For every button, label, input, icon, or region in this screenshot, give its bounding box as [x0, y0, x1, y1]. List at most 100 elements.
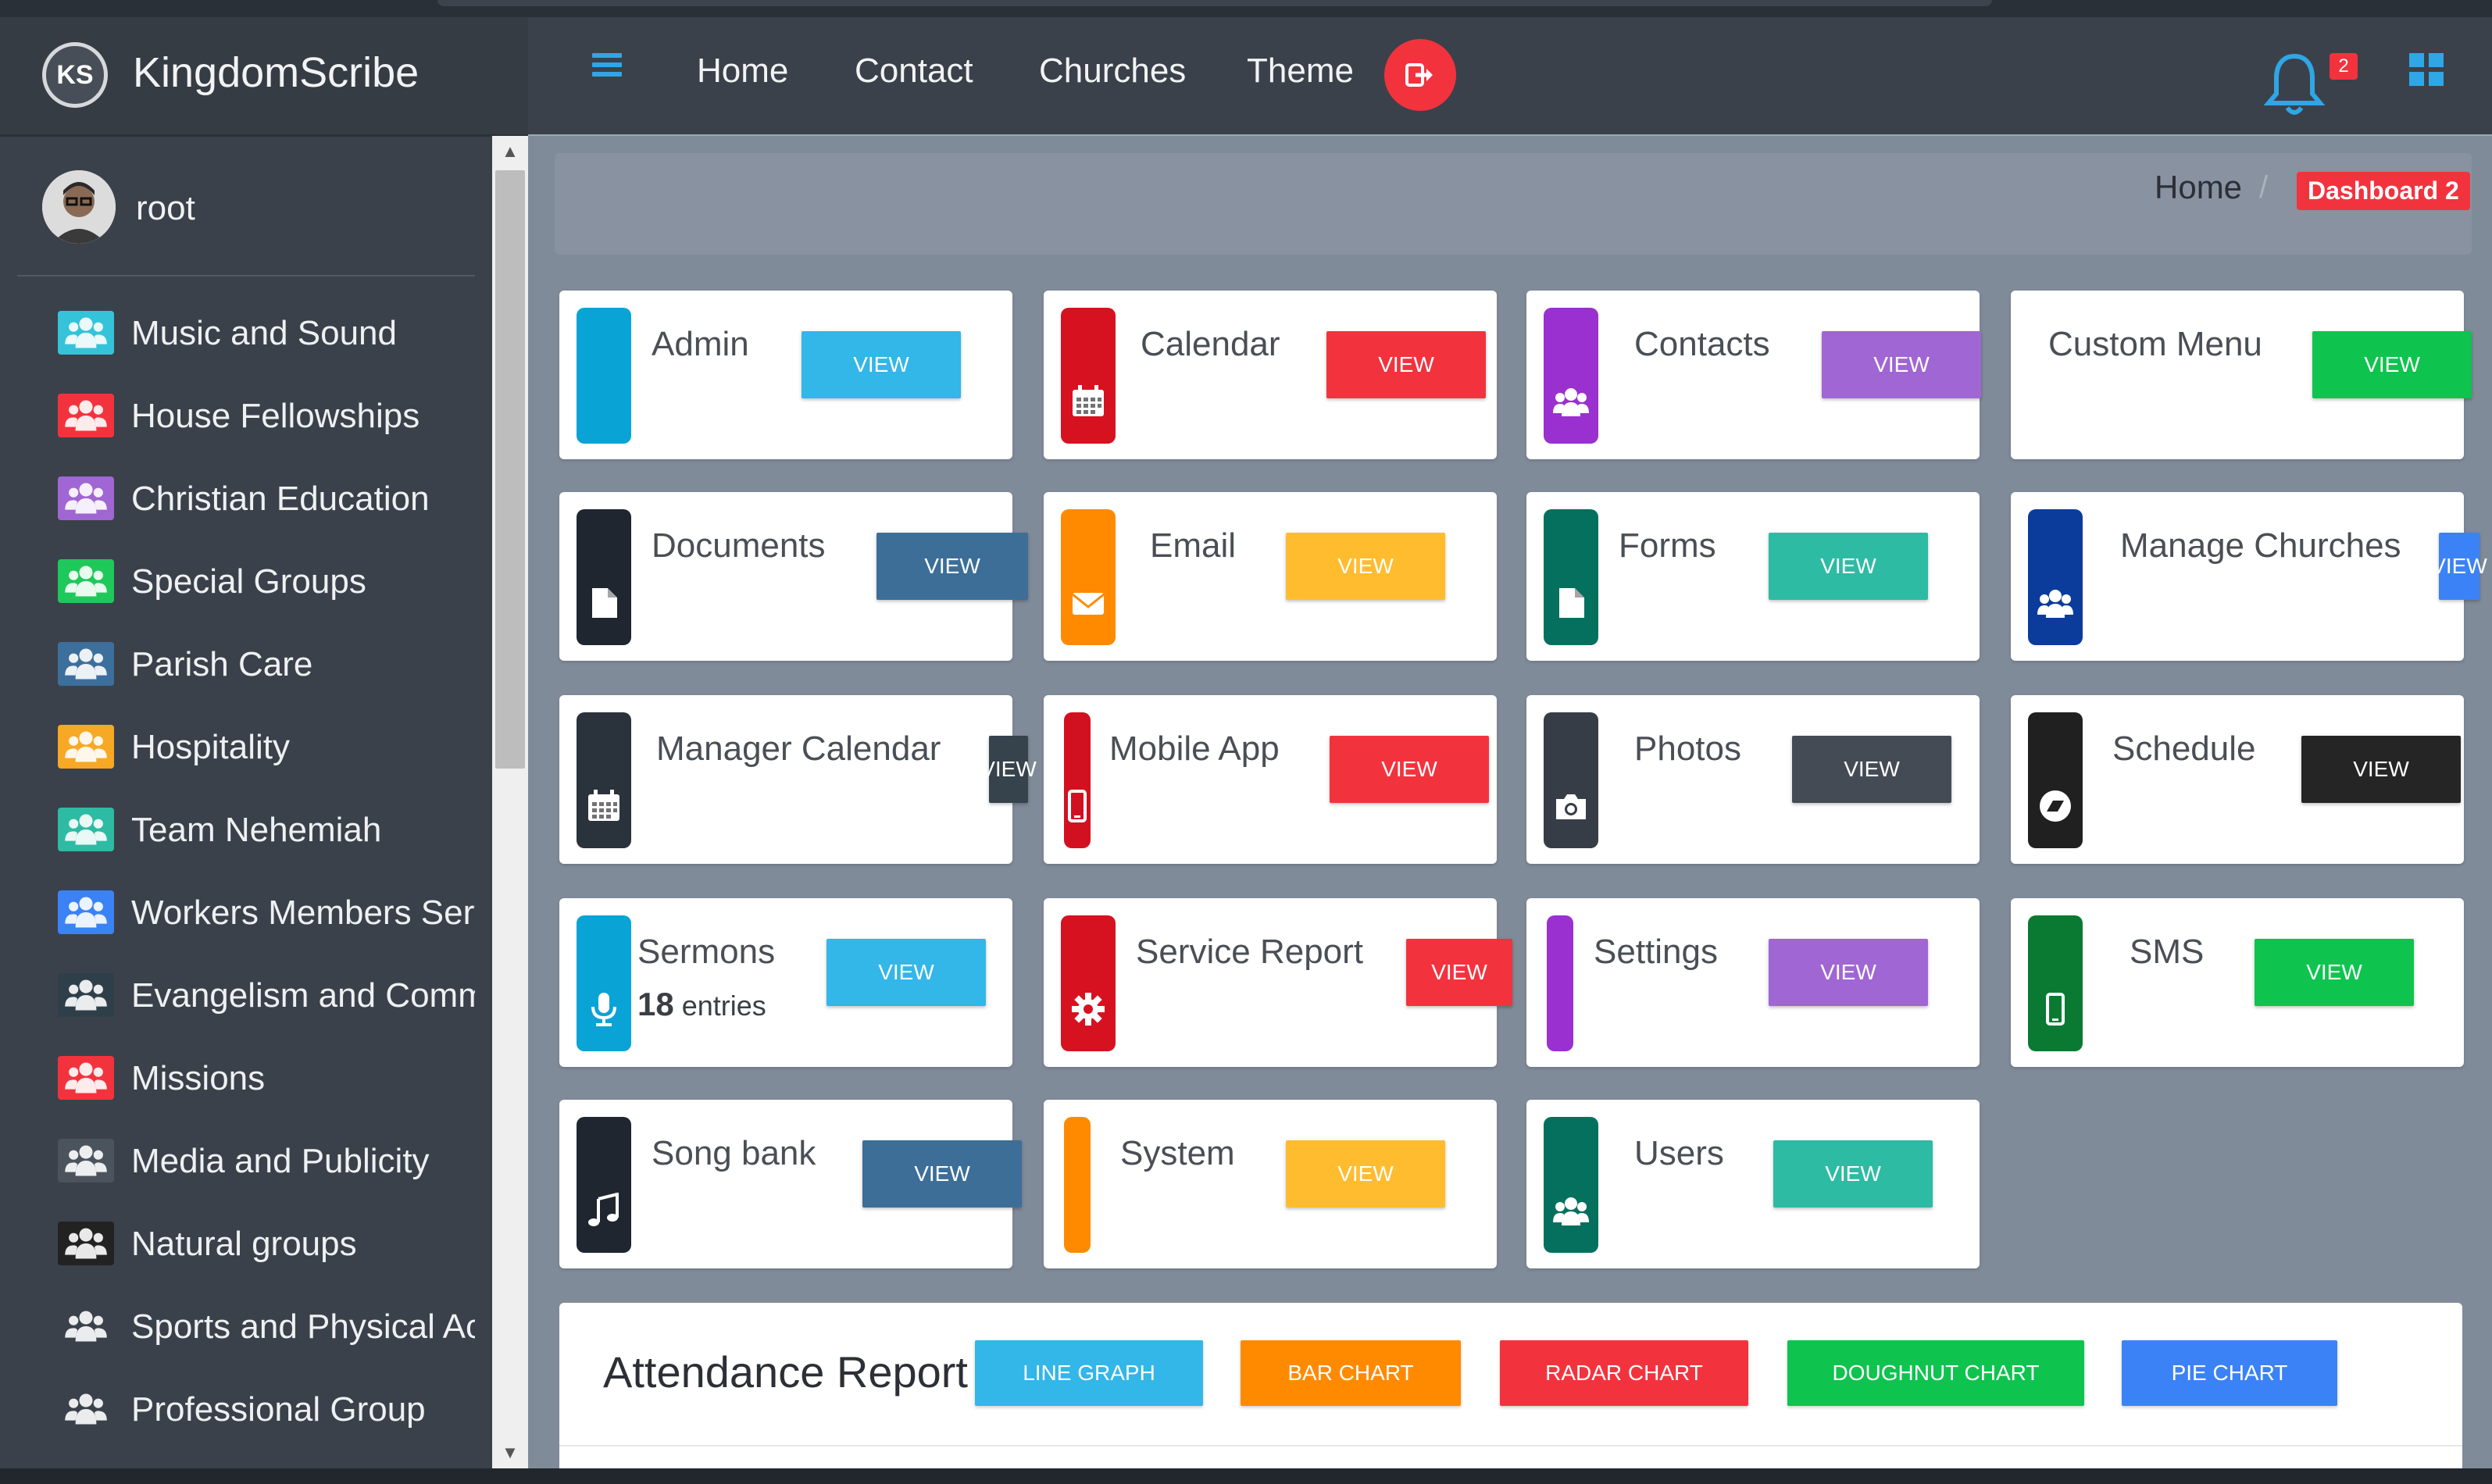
view-button[interactable]: VIEW: [1769, 939, 1928, 1006]
sidebar-item[interactable]: Natural groups: [0, 1209, 484, 1279]
apps-grid-icon[interactable]: [2408, 52, 2445, 87]
view-button[interactable]: VIEW: [1286, 533, 1445, 600]
module-card[interactable]: Photos VIEW: [1526, 695, 1980, 864]
scrollbar-thumb[interactable]: [495, 170, 525, 769]
view-button[interactable]: VIEW: [2312, 331, 2472, 398]
pie-chart-button[interactable]: PIE CHART: [2122, 1340, 2337, 1406]
brand-header[interactable]: KS KingdomScribe: [0, 17, 528, 134]
view-button[interactable]: VIEW: [1769, 533, 1928, 600]
module-card[interactable]: Settings VIEW: [1526, 898, 1980, 1067]
sidebar-menu: Music and Sound House Fellowships Christia…: [0, 298, 484, 1468]
module-card[interactable]: Email VIEW: [1044, 492, 1497, 661]
nav-contact[interactable]: Contact: [855, 52, 973, 91]
module-title: Manage Churches: [2120, 526, 2401, 565]
scroll-up-arrow-icon[interactable]: ▲: [492, 136, 528, 167]
module-card[interactable]: SMS VIEW: [2011, 898, 2464, 1067]
sidebar-item[interactable]: Media and Publicity: [0, 1126, 484, 1197]
module-card[interactable]: Calendar VIEW: [1044, 291, 1497, 459]
module-title: Documents: [652, 526, 826, 565]
module-card[interactable]: Song bank VIEW: [559, 1100, 1022, 1268]
bar-chart-button[interactable]: BAR CHART: [1241, 1340, 1461, 1406]
compass-icon: [2037, 788, 2073, 828]
module-card[interactable]: Service Report VIEW: [1044, 898, 1512, 1067]
sidebar-item[interactable]: Special Groups: [0, 547, 484, 617]
view-button[interactable]: VIEW: [2431, 533, 2487, 600]
module-card[interactable]: Sermons 18 entries VIEW: [559, 898, 1012, 1067]
view-button[interactable]: VIEW: [1326, 331, 1486, 398]
sidebar-item[interactable]: Evangelism and Comm: [0, 961, 484, 1031]
view-button[interactable]: VIEW: [2255, 939, 2414, 1006]
sidebar-item[interactable]: Workers Members Serv: [0, 878, 484, 948]
nav-churches[interactable]: Churches: [1039, 52, 1186, 91]
sidebar-item[interactable]: Team Nehemiah: [0, 795, 484, 865]
module-card[interactable]: Documents VIEW: [559, 492, 1028, 661]
view-button[interactable]: VIEW: [1773, 1140, 1933, 1208]
sidebar-item-label: Christian Education: [131, 480, 430, 518]
nav-home[interactable]: Home: [697, 52, 788, 91]
view-button[interactable]: VIEW: [827, 939, 986, 1006]
view-button[interactable]: VIEW: [802, 331, 961, 398]
sidebar-item[interactable]: House Fellowships: [0, 381, 484, 451]
module-ribbon: [2028, 509, 2083, 645]
view-button[interactable]: VIEW: [1792, 736, 1951, 803]
group-icon: [58, 1304, 114, 1348]
sidebar-item[interactable]: Parish Care: [0, 630, 484, 700]
sidebar-item-label: Workers Members Serv: [131, 894, 475, 932]
view-button[interactable]: VIEW: [1330, 736, 1489, 803]
sidebar-item[interactable]: Sports and Physical Act: [0, 1292, 484, 1362]
entry-count-label: entries: [681, 990, 766, 1022]
breadcrumb-active: Dashboard 2: [2297, 172, 2470, 210]
module-ribbon: [577, 915, 631, 1051]
module-card[interactable]: Forms VIEW: [1526, 492, 1980, 661]
module-card[interactable]: Schedule VIEW: [2011, 695, 2464, 864]
module-title: System: [1120, 1134, 1235, 1172]
user-name: root: [136, 189, 195, 227]
sidebar-item[interactable]: Hospitality: [0, 712, 484, 783]
module-title: Sermons: [637, 933, 776, 971]
module-card[interactable]: Manager Calendar VIEW: [559, 695, 1037, 864]
sidebar-item[interactable]: Professional Group: [0, 1375, 484, 1445]
calendar-icon: [1070, 383, 1106, 423]
sidebar-item-label: Sports and Physical Act: [131, 1307, 475, 1346]
sidebar-item-label: Missions: [131, 1059, 266, 1097]
module-entry-count: 18 entries: [637, 986, 766, 1023]
sidebar-item[interactable]: Music and Sound: [0, 298, 484, 369]
breadcrumb-separator: /: [2259, 170, 2269, 205]
module-title: Schedule: [2112, 730, 2256, 768]
view-button[interactable]: VIEW: [980, 736, 1037, 803]
doughnut-chart-button[interactable]: DOUGHNUT CHART: [1787, 1340, 2084, 1406]
view-button[interactable]: VIEW: [862, 1140, 1022, 1208]
nav-theme[interactable]: Theme: [1247, 52, 1354, 91]
scroll-down-arrow-icon[interactable]: ▼: [492, 1437, 528, 1468]
module-card[interactable]: System VIEW: [1044, 1100, 1497, 1268]
module-card[interactable]: Users VIEW: [1526, 1100, 1980, 1268]
notification-bell-icon[interactable]: [2259, 48, 2330, 119]
window-top-strip: [0, 0, 2492, 17]
module-card[interactable]: Manage Churches VIEW: [2011, 492, 2487, 661]
logout-button[interactable]: [1384, 39, 1456, 111]
view-button[interactable]: VIEW: [1286, 1140, 1445, 1208]
module-card[interactable]: Contacts VIEW: [1526, 291, 1981, 459]
module-card[interactable]: Mobile App VIEW: [1044, 695, 1497, 864]
radar-chart-button[interactable]: RADAR CHART: [1500, 1340, 1748, 1406]
top-navbar: Home Contact Churches Theme 2: [528, 17, 2492, 134]
view-button[interactable]: VIEW: [2301, 736, 2461, 803]
sidebar-item[interactable]: Christian Education: [0, 464, 484, 534]
view-button[interactable]: VIEW: [1822, 331, 1981, 398]
module-card[interactable]: Custom Menu VIEW: [2011, 291, 2472, 459]
module-card[interactable]: Admin VIEW: [559, 291, 1012, 459]
hamburger-menu-icon[interactable]: [592, 53, 622, 78]
group-icon: [58, 725, 114, 769]
envelope-icon: [1070, 585, 1106, 625]
line-graph-button[interactable]: LINE GRAPH: [975, 1340, 1203, 1406]
view-button[interactable]: VIEW: [1406, 939, 1512, 1006]
group-icon: [58, 1139, 114, 1183]
module-ribbon: [1061, 308, 1116, 444]
module-title: SMS: [2130, 933, 2205, 971]
module-ribbon: [1544, 1117, 1598, 1253]
sidebar-item-label: Evangelism and Comm: [131, 976, 475, 1015]
sidebar-item[interactable]: Missions: [0, 1043, 484, 1114]
view-button[interactable]: VIEW: [876, 533, 1028, 600]
sidebar-scrollbar[interactable]: ▲ ▼: [492, 136, 528, 1468]
breadcrumb-home[interactable]: Home: [2155, 169, 2242, 206]
